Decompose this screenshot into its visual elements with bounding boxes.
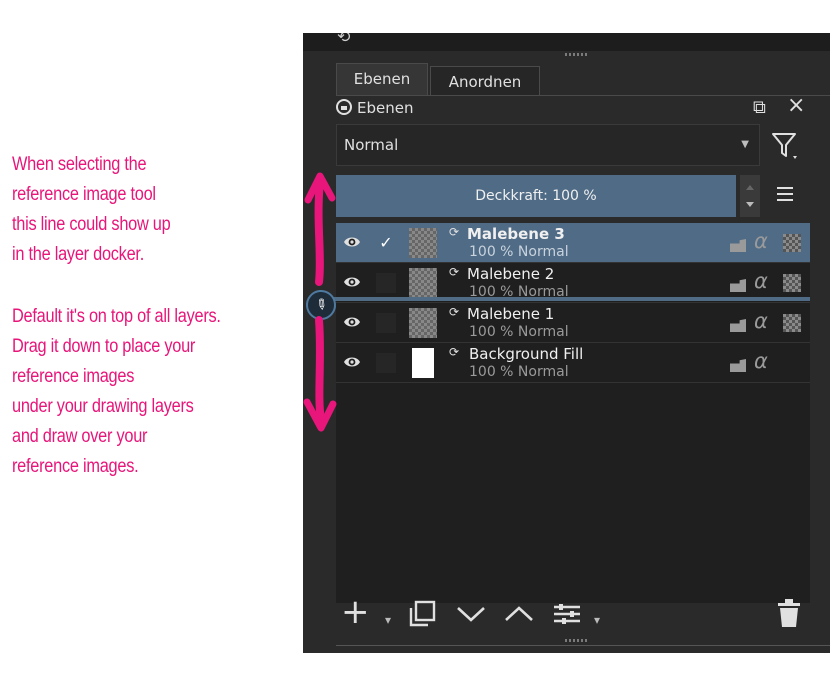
- annotation-line: in the layer docker.: [12, 244, 144, 265]
- layer-name[interactable]: Background Fill: [469, 345, 583, 363]
- layer-mode: 100 % Normal: [469, 364, 569, 380]
- trash-icon[interactable]: [775, 597, 803, 629]
- inherit-alpha-icon[interactable]: [783, 234, 801, 252]
- inherit-alpha-icon[interactable]: [783, 314, 801, 332]
- filter-icon[interactable]: [771, 131, 799, 159]
- close-icon[interactable]: ×: [787, 93, 805, 118]
- chevron-down-icon[interactable]: ▾: [594, 605, 600, 635]
- drag-handle-top[interactable]: [565, 53, 589, 56]
- tab-ebenen[interactable]: Ebenen: [336, 63, 428, 96]
- layer-thumbnail: [409, 268, 437, 298]
- visibility-eye-icon[interactable]: [343, 353, 361, 371]
- layer-checkbox[interactable]: ✓: [376, 233, 396, 253]
- layer-checkbox[interactable]: [376, 353, 396, 373]
- layer-name[interactable]: Malebene 2: [467, 265, 554, 283]
- layer-toolbar: + ▾ ▾: [303, 589, 830, 639]
- docker-top-strip: ⟲: [303, 33, 830, 51]
- layer-name[interactable]: Malebene 1: [467, 305, 554, 323]
- chevron-down-icon: ▼: [741, 139, 749, 150]
- float-docker-icon[interactable]: ⧉: [753, 97, 766, 118]
- lock-icon[interactable]: [730, 319, 746, 332]
- panel-title: Ebenen: [357, 99, 414, 117]
- drag-direction-arrow: [303, 172, 337, 432]
- blend-mode-select[interactable]: Normal ▼: [336, 124, 760, 166]
- reference-image-line[interactable]: [308, 297, 810, 301]
- duplicate-layer-icon[interactable]: [407, 599, 437, 629]
- annotation-line: reference images: [12, 366, 135, 387]
- annotation-line: and draw over your: [12, 426, 148, 447]
- opacity-spinner[interactable]: [740, 175, 760, 217]
- lock-icon[interactable]: [730, 359, 746, 372]
- layer-name[interactable]: Malebene 3: [467, 225, 565, 243]
- tab-anordnen[interactable]: Anordnen: [430, 66, 540, 96]
- layer-thumbnail: [412, 348, 434, 378]
- annotation-line: reference image tool: [12, 184, 156, 205]
- fill-layer-icon: ⟳: [449, 345, 460, 359]
- annotation-line: When selecting the: [12, 154, 147, 175]
- inherit-alpha-icon[interactable]: [783, 274, 801, 292]
- docker-lock-icon[interactable]: [336, 99, 352, 115]
- layer-row[interactable]: ⟳ Malebene 1 100 % Normal α: [336, 303, 810, 343]
- layer-checkbox[interactable]: [376, 313, 396, 333]
- visibility-eye-icon[interactable]: [343, 273, 361, 291]
- layer-options-menu-icon[interactable]: [777, 187, 793, 201]
- visibility-eye-icon[interactable]: [343, 313, 361, 331]
- annotation-line: reference images.: [12, 456, 139, 477]
- paint-layer-icon: ⟳: [449, 225, 460, 239]
- layer-thumbnail: [409, 228, 437, 258]
- move-layer-down-icon[interactable]: [455, 599, 487, 629]
- layer-properties-icon[interactable]: [551, 599, 583, 629]
- refresh-icon[interactable]: ⟲: [337, 33, 350, 46]
- alpha-lock-icon[interactable]: α: [754, 349, 768, 373]
- layer-mode: 100 % Normal: [469, 244, 569, 260]
- layers-docker: ⟲ Ebenen Anordnen Ebenen ⧉ × Normal ▼ De…: [303, 33, 830, 653]
- annotation-text-2: Default it's on top of all layers. Drag …: [12, 302, 255, 482]
- move-layer-up-icon[interactable]: [503, 599, 535, 629]
- alpha-lock-icon[interactable]: α: [754, 269, 768, 293]
- annotation-line: this line could show up: [12, 214, 171, 235]
- annotation-line: Drag it down to place your: [12, 336, 196, 357]
- layer-mode: 100 % Normal: [469, 324, 569, 340]
- layer-row[interactable]: ✓ ⟳ Malebene 3 100 % Normal α: [336, 223, 810, 263]
- lock-icon[interactable]: [730, 239, 746, 252]
- visibility-eye-icon[interactable]: [343, 233, 361, 251]
- layer-row[interactable]: ⟳ Background Fill 100 % Normal α: [336, 343, 810, 383]
- opacity-slider[interactable]: Deckkraft: 100 %: [336, 175, 736, 217]
- add-layer-icon[interactable]: +: [341, 595, 370, 629]
- layer-list: ✓ ⟳ Malebene 3 100 % Normal α ⟳ Malebene…: [336, 223, 810, 603]
- layer-thumbnail: [409, 308, 437, 338]
- docker-bottom-tabs: [336, 645, 830, 653]
- layer-checkbox[interactable]: [376, 273, 396, 293]
- chevron-down-icon[interactable]: ▾: [385, 605, 391, 635]
- annotation-line: under your drawing layers: [12, 396, 194, 417]
- annotation-line: Default it's on top of all layers.: [12, 306, 221, 327]
- paint-layer-icon: ⟳: [449, 265, 460, 279]
- annotation-text-1: When selecting the reference image tool …: [12, 150, 196, 270]
- blend-mode-value: Normal: [344, 136, 399, 154]
- drag-handle-bottom[interactable]: [565, 639, 589, 642]
- alpha-lock-icon[interactable]: α: [754, 229, 768, 253]
- tab-divider: [336, 95, 830, 96]
- paint-layer-icon: ⟳: [449, 305, 460, 319]
- lock-icon[interactable]: [730, 279, 746, 292]
- alpha-lock-icon[interactable]: α: [754, 309, 768, 333]
